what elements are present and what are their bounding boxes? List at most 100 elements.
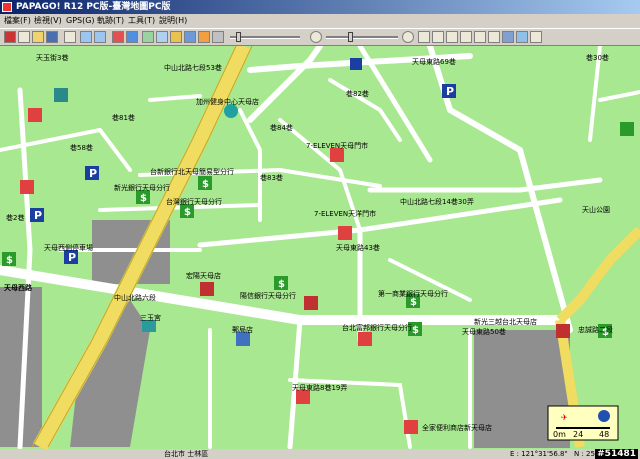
menu-file[interactable]: 檔案(F): [4, 14, 31, 28]
measure-icon[interactable]: [212, 31, 224, 43]
car-icon[interactable]: [112, 31, 124, 43]
zoom-out-icon[interactable]: [310, 31, 322, 43]
label-shinkong-bank: 新光銀行天母分行: [114, 183, 170, 192]
hand-icon[interactable]: [432, 31, 444, 43]
label-sanyu-temple: 三玉宮: [140, 313, 161, 322]
scale-mid: 24: [573, 430, 583, 439]
compass-icon[interactable]: [598, 410, 610, 422]
bank-dollar: $: [412, 325, 419, 336]
park-icon[interactable]: [620, 122, 634, 136]
map-canvas[interactable]: P P P P $ $ $ $ $ $ $ $ 中山北路七段53巷 加州健身中心…: [0, 46, 640, 449]
store-icon[interactable]: [404, 420, 418, 434]
label-tianmu-e-50: 天母東路50巷: [462, 327, 506, 336]
zoom-thumb[interactable]: [348, 32, 353, 42]
restaurant-icon[interactable]: [304, 296, 318, 310]
bank-dollar: $: [278, 279, 285, 290]
rotate-ccw-icon[interactable]: [474, 31, 486, 43]
parking-letter: P: [68, 251, 76, 264]
store-icon[interactable]: [28, 108, 42, 122]
grid-icon[interactable]: [530, 31, 542, 43]
watermark: #51481: [595, 449, 638, 459]
road: [598, 90, 640, 102]
save-icon[interactable]: [46, 31, 58, 43]
overview-icon[interactable]: [516, 31, 528, 43]
exit-icon[interactable]: [4, 31, 16, 43]
road: [0, 127, 132, 172]
rotate-right-icon[interactable]: [460, 31, 472, 43]
road: [328, 78, 402, 142]
pointer-icon[interactable]: [418, 31, 430, 43]
store-icon[interactable]: [20, 180, 34, 194]
rotate-left-icon[interactable]: [446, 31, 458, 43]
road: [247, 46, 323, 123]
menu-help[interactable]: 說明(H): [159, 14, 187, 28]
current-location-icon[interactable]: [350, 58, 362, 70]
label-tianmu-e-69: 天母東路69巷: [412, 57, 456, 66]
label-zhongshan-n7-53: 中山北路七段53巷: [164, 63, 222, 72]
parking-letter: P: [446, 85, 454, 98]
gym-icon[interactable]: [224, 104, 238, 118]
label-taiwan-bank: 台灣銀行天母分行: [166, 197, 222, 206]
label-lane-2: 巷2巷: [6, 214, 24, 222]
rotate-cw-icon[interactable]: [488, 31, 500, 43]
sat-icon[interactable]: [184, 31, 196, 43]
label-seven-tianyang: 7-ELEVEN天洋門市: [314, 209, 376, 218]
label-quanjia: 全家便利商店新天母店: [422, 423, 492, 432]
menu-bar: 檔案(F) 檢視(V) GPS(G) 軌跡(T) 工具(T) 說明(H): [0, 14, 640, 28]
label-tianmu-west-rd: 天母西路: [4, 283, 33, 292]
road: [367, 177, 603, 193]
fullscreen-icon[interactable]: [502, 31, 514, 43]
main-road: [556, 226, 640, 324]
forward-icon[interactable]: [94, 31, 106, 43]
label-seven-tianmen: 7-ELEVEN天母門市: [306, 141, 368, 150]
store-icon[interactable]: [338, 226, 352, 240]
hospital-icon[interactable]: [54, 88, 68, 102]
parking-letter: P: [89, 167, 97, 180]
layer-icon[interactable]: [142, 31, 154, 43]
menu-tools[interactable]: 工具(T): [128, 14, 155, 28]
bank-dollar: $: [410, 297, 417, 308]
zoom-slider[interactable]: [326, 36, 398, 39]
post-office-icon[interactable]: [236, 332, 250, 346]
window-title: PAPAGO! R12 PC版-臺灣地圖PC版: [16, 2, 171, 12]
zoom-in-icon[interactable]: [402, 31, 414, 43]
label-lane-84: 巷84巷: [270, 124, 293, 132]
label-lane-58: 巷58巷: [70, 144, 93, 152]
label-lane-83: 巷83巷: [260, 174, 283, 182]
label-first-bank: 第一商業銀行天母分行: [378, 289, 448, 298]
label-jiayang-center: 加州健身中心天母店: [196, 97, 259, 106]
bank-dollar: $: [6, 255, 13, 266]
rotation-thumb[interactable]: [236, 32, 241, 42]
rotate-icon[interactable]: [198, 31, 210, 43]
print-icon[interactable]: [64, 31, 76, 43]
menu-gps[interactable]: GPS(G): [66, 14, 95, 28]
walk-icon[interactable]: [126, 31, 138, 43]
title-bar: PAPAGO! R12 PC版-臺灣地圖PC版: [0, 0, 640, 14]
route-icon[interactable]: [170, 31, 182, 43]
label-tianmu-west-parking: 天母西側停車場: [44, 243, 93, 252]
label-taixin-bank: 台新銀行北天母簡易型分行: [150, 167, 234, 176]
store-icon[interactable]: [330, 148, 344, 162]
store-icon[interactable]: [358, 332, 372, 346]
restaurant-icon[interactable]: [200, 282, 214, 296]
open-icon[interactable]: [32, 31, 44, 43]
parking-letter: P: [34, 209, 42, 222]
bank-dollar: $: [140, 193, 147, 204]
app-window: PAPAGO! R12 PC版-臺灣地圖PC版 檔案(F) 檢視(V) GPS(…: [0, 0, 640, 459]
new-icon[interactable]: [18, 31, 30, 43]
poi-icon[interactable]: [156, 31, 168, 43]
scale-end: 48: [599, 430, 609, 439]
map-view[interactable]: P P P P $ $ $ $ $ $ $ $ 中山北路七段53巷 加州健身中心…: [0, 46, 640, 449]
menu-view[interactable]: 檢視(V): [34, 14, 62, 28]
store-icon[interactable]: [296, 390, 310, 404]
menu-track[interactable]: 軌跡(T): [97, 14, 124, 28]
road: [148, 94, 202, 102]
restaurant-icon[interactable]: [556, 324, 570, 338]
label-tian-yu: 天玉街3巷: [36, 53, 68, 62]
label-tianshan-park: 天山公園: [582, 205, 610, 214]
label-tianmu-e-43: 天母東路43巷: [336, 243, 380, 252]
label-yushan-bank: 陽信銀行天母分行: [240, 291, 296, 300]
back-icon[interactable]: [80, 31, 92, 43]
gps-icon: ✈: [561, 413, 568, 422]
scale-box: 0m 24 48 ✈: [547, 405, 619, 441]
